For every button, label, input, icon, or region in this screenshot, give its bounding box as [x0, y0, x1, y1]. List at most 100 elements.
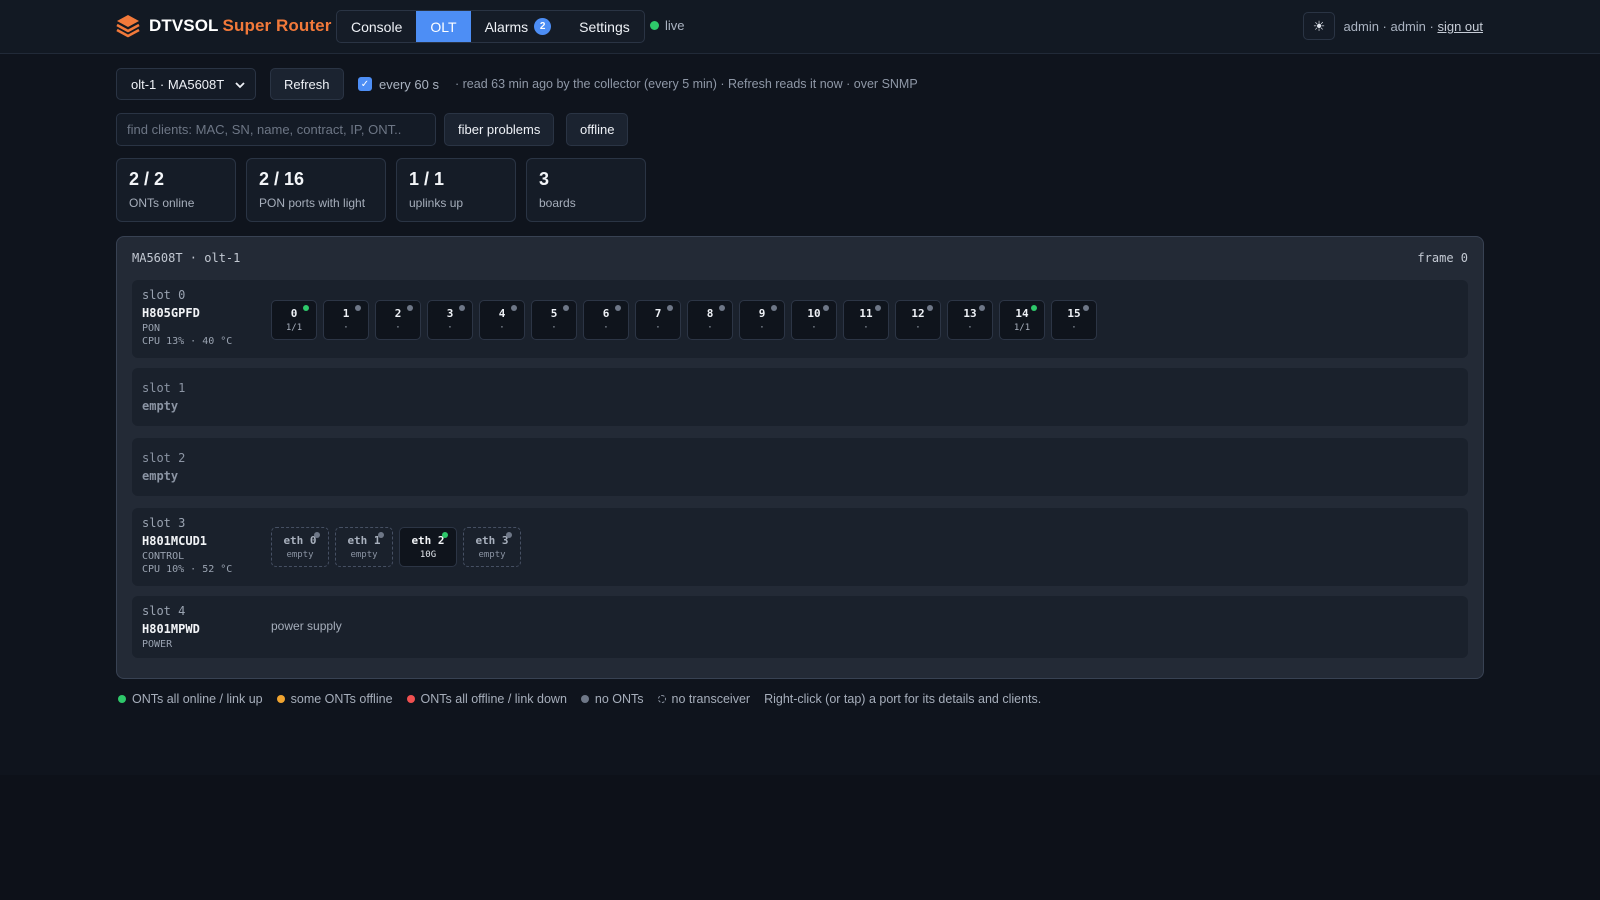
theme-toggle-button[interactable]: ☀ [1303, 12, 1335, 40]
pon-port[interactable]: 11 · [843, 300, 889, 340]
port-status-dot [719, 305, 725, 311]
slot-name: slot 1 [142, 381, 186, 395]
legend-all-online: ONTs all online / link up [118, 692, 263, 706]
legend-all-offline: ONTs all offline / link down [406, 692, 567, 706]
port-status-dot [615, 305, 621, 311]
stat-label: ONTs online [129, 196, 195, 210]
legend-label: ONTs all online / link up [132, 692, 263, 706]
port-status-dot [563, 305, 569, 311]
eth-port[interactable]: eth 3 empty [463, 527, 521, 567]
port-number: 9 [758, 307, 766, 320]
auto-refresh-checkbox[interactable]: ✓ [358, 77, 372, 91]
pon-port[interactable]: 5 · [531, 300, 577, 340]
pon-port[interactable]: 14 1/1 [999, 300, 1045, 340]
red-dot-icon [406, 695, 415, 703]
pon-port[interactable]: 12 · [895, 300, 941, 340]
nav-olt-label: OLT [430, 18, 457, 35]
port-status-dot [1083, 305, 1089, 311]
port-number: 15 [1067, 307, 1081, 320]
slot-4: slot 4 H801MPWD POWER power supply [132, 596, 1468, 658]
pon-port[interactable]: 15 · [1051, 300, 1097, 340]
olt-select[interactable]: olt-1 · MA5608T [116, 68, 256, 100]
legend-no-onts: no ONTs [580, 692, 644, 706]
pon-port[interactable]: 0 1/1 [271, 300, 317, 340]
port-number: 7 [654, 307, 662, 320]
nav-console[interactable]: Console [337, 11, 416, 42]
user-info: admin · admin · sign out [1344, 19, 1483, 34]
port-status-dot [459, 305, 465, 311]
port-number: 5 [550, 307, 558, 320]
port-ont-count: · [551, 323, 557, 333]
pon-port[interactable]: 9 · [739, 300, 785, 340]
port-number: 1 [342, 307, 350, 320]
board-model: H801MCUD1 [142, 534, 208, 548]
main-nav: Console OLT Alarms 2 Settings [336, 10, 645, 43]
port-ont-count: · [863, 323, 869, 333]
port-ont-count: 1/1 [285, 323, 303, 333]
port-speed: empty [286, 550, 314, 560]
stat-pon-ports: 2 / 16 PON ports with light [246, 158, 386, 222]
legend-label: ONTs all offline / link down [420, 692, 567, 706]
stat-boards: 3 boards [526, 158, 646, 222]
port-number: 0 [290, 307, 298, 320]
eth-port[interactable]: eth 2 10G [399, 527, 457, 567]
port-number: 4 [498, 307, 506, 320]
fiber-problems-button[interactable]: fiber problems [444, 113, 555, 146]
port-legend: ONTs all online / link up some ONTs offl… [118, 692, 1041, 706]
port-status-dot [303, 305, 309, 311]
stat-value: 3 [539, 169, 550, 189]
legend-label: some ONTs offline [290, 692, 393, 706]
pon-port[interactable]: 10 · [791, 300, 837, 340]
pon-port[interactable]: 13 · [947, 300, 993, 340]
power-supply-note: power supply [271, 619, 342, 633]
port-status-dot [1031, 305, 1037, 311]
pon-port[interactable]: 2 · [375, 300, 421, 340]
port-status-dot [667, 305, 673, 311]
offline-button[interactable]: offline [566, 113, 629, 146]
alarms-count-badge: 2 [534, 18, 552, 35]
board-model: empty [142, 399, 179, 413]
sign-out-link[interactable]: sign out [1437, 19, 1483, 34]
port-ont-count: · [603, 323, 609, 333]
port-speed: empty [350, 550, 378, 560]
top-bar: DTVSOL Super Router Console OLT Alarms 2 S… [0, 0, 1600, 54]
eth-port[interactable]: eth 1 empty [335, 527, 393, 567]
nav-settings-label: Settings [579, 18, 630, 35]
refresh-button[interactable]: Refresh [270, 68, 344, 100]
nav-settings[interactable]: Settings [565, 11, 644, 42]
port-status-dot [314, 532, 320, 538]
nav-alarms[interactable]: Alarms 2 [471, 11, 566, 42]
board-type: CONTROL [142, 551, 185, 562]
pon-port[interactable]: 7 · [635, 300, 681, 340]
nav-olt[interactable]: OLT [416, 11, 471, 42]
port-name: eth 2 [411, 534, 445, 547]
brand[interactable]: DTVSOL Super Router [115, 13, 331, 39]
board-type: PON [142, 323, 161, 334]
port-number: 10 [807, 307, 821, 320]
pon-port[interactable]: 3 · [427, 300, 473, 340]
check-icon: ✓ [360, 78, 370, 90]
slot-0: slot 0 H805GPFD PON CPU 13% · 40 °C 0 1/1… [132, 280, 1468, 358]
client-search-input[interactable] [116, 113, 436, 146]
eth-port[interactable]: eth 0 empty [271, 527, 329, 567]
live-status-dot [650, 21, 659, 30]
pon-port[interactable]: 8 · [687, 300, 733, 340]
live-indicator: live [650, 18, 685, 33]
legend-some-offline: some ONTs offline [276, 692, 393, 706]
pon-port[interactable]: 4 · [479, 300, 525, 340]
port-status-dot [378, 532, 384, 538]
chassis-title: MA5608T · olt-1 [132, 251, 241, 265]
nav-alarms-label: Alarms [484, 18, 529, 35]
pon-port[interactable]: 6 · [583, 300, 629, 340]
port-ont-count: · [655, 323, 661, 333]
slot-name: slot 3 [142, 516, 186, 530]
pon-port[interactable]: 1 · [323, 300, 369, 340]
port-number: 13 [963, 307, 977, 320]
port-number: 8 [706, 307, 714, 320]
refresh-note: · read 63 min ago by the collector (ever… [455, 77, 918, 91]
port-number: 6 [602, 307, 610, 320]
stat-label: uplinks up [409, 196, 464, 210]
port-status-dot [511, 305, 517, 311]
board-model: H805GPFD [142, 306, 200, 320]
brand-name: DTVSOL [149, 16, 219, 35]
